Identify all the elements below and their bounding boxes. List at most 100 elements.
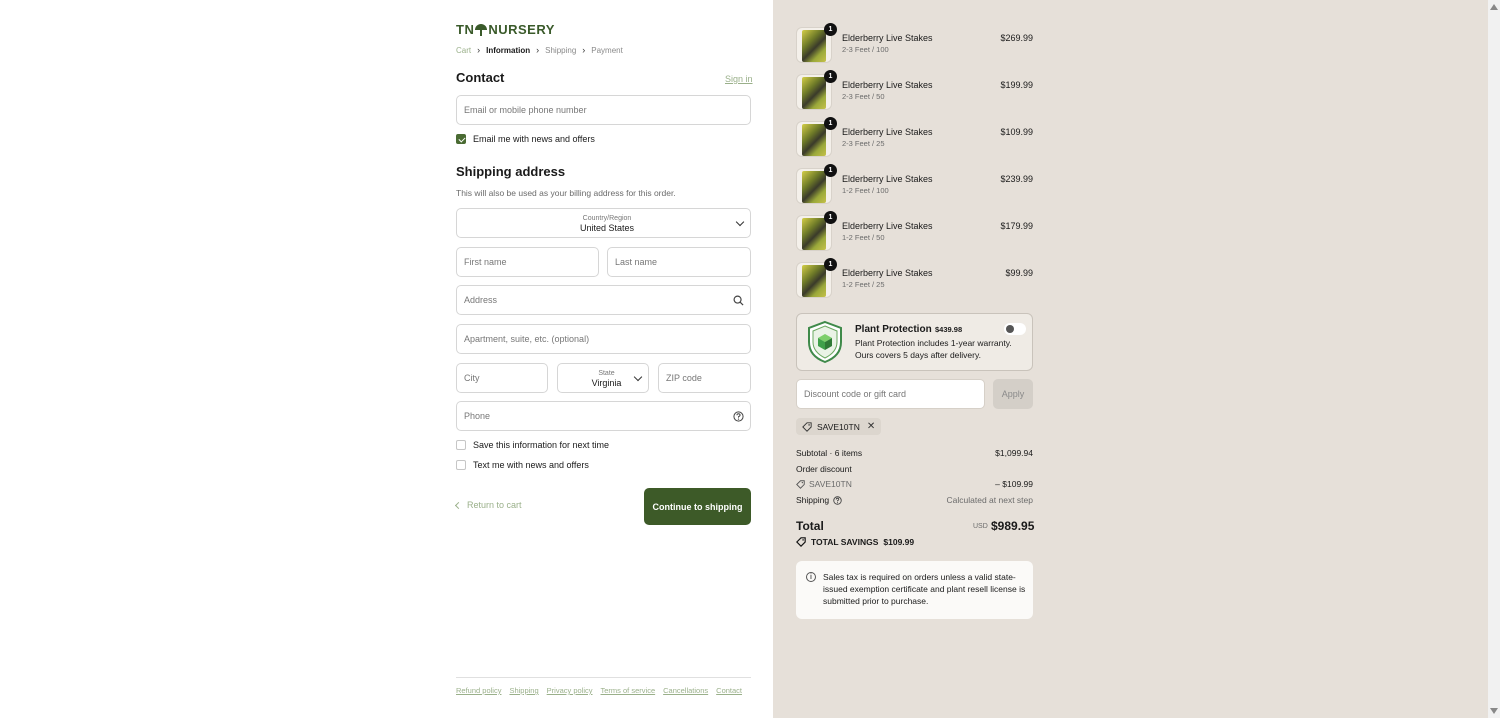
currency-code: USD <box>973 523 988 530</box>
quantity-badge: 1 <box>824 23 837 36</box>
plant-protection-title: Plant Protection <box>855 324 932 335</box>
discount-placeholder: Discount code or gift card <box>804 389 907 399</box>
billing-note: This will also be used as your billing a… <box>456 188 676 198</box>
apartment-field[interactable]: Apartment, suite, etc. (optional) <box>456 324 751 354</box>
savings-label: TOTAL SAVINGS <box>811 537 879 547</box>
quantity-badge: 1 <box>824 211 837 224</box>
logo-text-left: TN <box>456 22 475 37</box>
product-name: Elderberry Live Stakes <box>842 33 933 43</box>
text-news-option[interactable]: Text me with news and offers <box>456 460 589 470</box>
scroll-up-icon[interactable] <box>1490 4 1498 10</box>
product-name: Elderberry Live Stakes <box>842 127 933 137</box>
breadcrumb-cart[interactable]: Cart <box>456 46 471 55</box>
sign-in-link[interactable]: Sign in <box>725 74 753 84</box>
breadcrumb-payment: Payment <box>591 45 623 55</box>
contact-heading: Contact <box>456 70 505 85</box>
country-label: Country/Region <box>582 214 632 222</box>
return-label: Return to cart <box>467 500 522 510</box>
text-news-label: Text me with news and offers <box>473 460 589 470</box>
list-item: 1 Elderberry Live Stakes 2-3 Feet / 25 $… <box>796 117 1033 159</box>
product-variant: 1-2 Feet / 25 <box>842 280 885 289</box>
apply-discount-button[interactable]: Apply <box>993 379 1033 409</box>
text-news-checkbox[interactable] <box>456 460 466 470</box>
city-field[interactable]: City <box>456 363 548 393</box>
store-logo[interactable]: TN NURSERY <box>456 22 555 37</box>
save-info-label: Save this information for next time <box>473 440 610 450</box>
refund-policy-link[interactable]: Refund policy <box>456 686 501 695</box>
continue-to-shipping-button[interactable]: Continue to shipping <box>644 488 751 525</box>
shipping-label: Shipping <box>796 495 830 505</box>
contact-link[interactable]: Contact <box>716 686 742 695</box>
save-info-option[interactable]: Save this information for next time <box>456 440 609 450</box>
email-field[interactable]: Email or mobile phone number <box>456 95 751 125</box>
scroll-down-icon[interactable] <box>1490 708 1498 714</box>
breadcrumb-information: Information <box>486 45 531 55</box>
first-name-field[interactable]: First name <box>456 247 599 277</box>
plant-protection-toggle[interactable] <box>1004 323 1026 335</box>
savings-value: $109.99 <box>883 537 915 547</box>
list-item: 1 Elderberry Live Stakes 1-2 Feet / 50 $… <box>796 211 1033 253</box>
terms-of-service-link[interactable]: Terms of service <box>601 686 656 695</box>
product-name: Elderberry Live Stakes <box>842 174 933 184</box>
search-icon[interactable] <box>733 295 744 306</box>
address-field[interactable]: Address <box>456 285 751 315</box>
email-news-option[interactable]: Email me with news and offers <box>456 134 595 144</box>
protection-desc-line-1: Plant Protection includes 1-year warrant… <box>855 338 1012 348</box>
product-name: Elderberry Live Stakes <box>842 268 933 278</box>
total-value: $989.95 <box>991 519 1035 533</box>
state-label: State <box>598 369 615 377</box>
help-icon[interactable] <box>733 411 744 422</box>
last-name-placeholder: Last name <box>615 257 658 267</box>
product-name: Elderberry Live Stakes <box>842 221 933 231</box>
last-name-field[interactable]: Last name <box>607 247 751 277</box>
state-value: Virginia <box>591 377 622 388</box>
state-select[interactable]: State Virginia <box>557 363 649 393</box>
product-price: $99.99 <box>1005 268 1033 278</box>
discount-code-row: SAVE10TN – $109.99 <box>796 479 1033 489</box>
quantity-badge: 1 <box>824 164 837 177</box>
tag-icon <box>796 479 805 489</box>
list-item: 1 Elderberry Live Stakes 1-2 Feet / 100 … <box>796 164 1033 206</box>
protection-desc-line-2: Ours covers 5 days after delivery. <box>855 350 981 360</box>
email-placeholder: Email or mobile phone number <box>464 105 587 115</box>
shipping-row: Shipping Calculated at next step <box>796 495 1033 505</box>
privacy-policy-link[interactable]: Privacy policy <box>547 686 593 695</box>
help-icon[interactable] <box>833 495 842 505</box>
tag-icon <box>802 421 812 432</box>
chevron-right-icon: › <box>536 45 540 55</box>
footer-divider <box>456 677 751 678</box>
shipping-address-heading: Shipping address <box>456 164 566 179</box>
chevron-down-icon <box>735 217 745 227</box>
cancellations-link[interactable]: Cancellations <box>663 686 708 695</box>
list-item: 1 Elderberry Live Stakes 2-3 Feet / 100 … <box>796 23 1033 65</box>
applied-discount-chip: SAVE10TN ✕ <box>796 418 882 435</box>
quantity-badge: 1 <box>824 70 837 83</box>
product-variant: 2-3 Feet / 50 <box>842 92 885 101</box>
page-scrollbar[interactable] <box>1488 0 1500 718</box>
product-price: $109.99 <box>1000 127 1033 137</box>
footer-links: Refund policy Shipping Privacy policy Te… <box>456 686 742 695</box>
return-to-cart-link[interactable]: Return to cart <box>454 500 522 510</box>
discount-code-input[interactable]: Discount code or gift card <box>796 379 985 409</box>
city-placeholder: City <box>464 373 480 383</box>
chevron-down-icon <box>633 372 643 382</box>
subtotal-label: Subtotal · 6 items <box>796 448 863 458</box>
zip-code-field[interactable]: ZIP code <box>658 363 751 393</box>
breadcrumb: Cart › Information › Shipping › Payment <box>456 45 623 55</box>
close-icon[interactable]: ✕ <box>867 421 875 432</box>
total-savings: TOTAL SAVINGS $109.99 <box>796 537 914 547</box>
product-name: Elderberry Live Stakes <box>842 80 933 90</box>
order-discount-label: Order discount <box>796 464 852 474</box>
first-name-placeholder: First name <box>464 257 507 267</box>
email-news-checkbox[interactable] <box>456 134 466 144</box>
phone-field[interactable]: Phone <box>456 401 751 431</box>
logo-text-right: NURSERY <box>488 22 555 37</box>
tax-note-text: Sales tax is required on orders unless a… <box>823 572 1026 606</box>
product-price: $269.99 <box>1000 33 1033 43</box>
country-select[interactable]: Country/Region United States <box>456 208 751 238</box>
zip-placeholder: ZIP code <box>666 373 702 383</box>
shipping-policy-link[interactable]: Shipping <box>509 686 538 695</box>
list-item: 1 Elderberry Live Stakes 2-3 Feet / 50 $… <box>796 70 1033 112</box>
save-info-checkbox[interactable] <box>456 440 466 450</box>
total-label: Total <box>796 519 824 533</box>
